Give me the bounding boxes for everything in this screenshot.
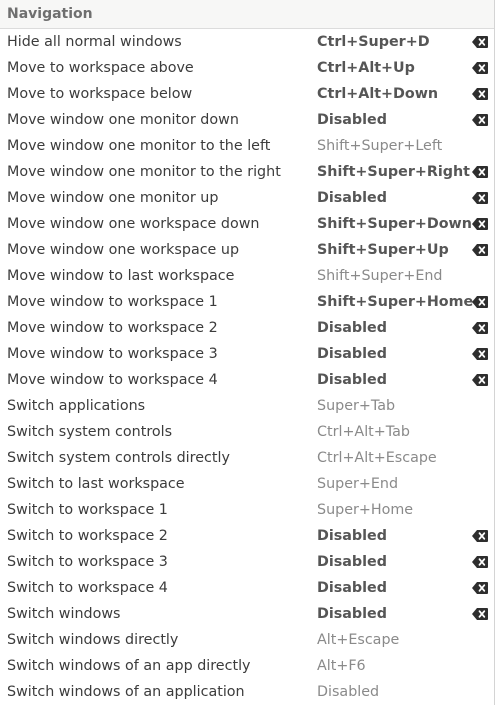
shortcut-row[interactable]: Move window to workspace 1 Shift+Super+Ho… [0, 289, 494, 315]
reset-shortcut-icon[interactable] [472, 530, 488, 542]
shortcut-row[interactable]: Move window one monitor down Disabled [0, 107, 494, 133]
shortcut-row[interactable]: Move window to last workspace Shift+Super… [0, 263, 494, 289]
reset-shortcut-icon[interactable] [472, 348, 488, 360]
shortcut-action-label: Move to workspace above [7, 60, 194, 76]
shortcut-action-label: Hide all normal windows [7, 34, 182, 50]
shortcut-row[interactable]: Move window to workspace 4 Disabled [0, 367, 494, 393]
shortcut-accelerator[interactable]: Alt+Escape [317, 632, 399, 648]
shortcut-accelerator[interactable]: Super+Home [317, 502, 413, 518]
reset-shortcut-icon[interactable] [472, 192, 488, 204]
shortcut-action-label: Switch windows [7, 606, 121, 622]
shortcut-action-label: Move window to workspace 3 [7, 346, 218, 362]
reset-shortcut-icon[interactable] [472, 62, 488, 74]
shortcut-action-label: Switch windows of an app directly [7, 658, 251, 674]
shortcut-accelerator[interactable]: Disabled [317, 190, 387, 206]
shortcut-action-label: Switch applications [7, 398, 146, 414]
shortcut-accelerator[interactable]: Ctrl+Alt+Down [317, 86, 438, 102]
shortcut-action-label: Move window to workspace 2 [7, 320, 218, 336]
shortcut-row[interactable]: Move to workspace above Ctrl+Alt+Up [0, 55, 494, 81]
shortcut-accelerator[interactable]: Super+End [317, 476, 398, 492]
shortcut-row[interactable]: Hide all normal windows Ctrl+Super+D [0, 29, 494, 55]
shortcut-row[interactable]: Switch windows Disabled [0, 601, 494, 627]
shortcut-action-label: Move to workspace below [7, 86, 193, 102]
shortcut-action-label: Switch to workspace 1 [7, 502, 168, 518]
reset-shortcut-icon[interactable] [472, 582, 488, 594]
shortcut-accelerator[interactable]: Super+Tab [317, 398, 395, 414]
shortcut-accelerator[interactable]: Disabled [317, 320, 387, 336]
shortcut-action-label: Move window one workspace up [7, 242, 240, 258]
shortcut-action-label: Move window one monitor up [7, 190, 219, 206]
keyboard-shortcuts-panel: Navigation Hide all normal windows Ctrl+S… [0, 0, 495, 705]
shortcut-row[interactable]: Switch to last workspace Super+End [0, 471, 494, 497]
shortcut-accelerator[interactable]: Shift+Super+Home [317, 294, 473, 310]
shortcut-action-label: Move window to workspace 1 [7, 294, 218, 310]
shortcut-action-label: Switch to workspace 2 [7, 528, 168, 544]
shortcut-accelerator[interactable]: Shift+Super+Down [317, 216, 472, 232]
shortcut-row[interactable]: Move window one monitor to the left Shift… [0, 133, 494, 159]
shortcut-accelerator[interactable]: Disabled [317, 580, 387, 596]
shortcut-row[interactable]: Move window one workspace down Shift+Supe… [0, 211, 494, 237]
shortcut-row[interactable]: Switch windows of an app directly Alt+F6 [0, 653, 494, 679]
shortcut-action-label: Switch windows directly [7, 632, 179, 648]
section-header-navigation: Navigation [0, 0, 494, 29]
shortcut-row[interactable]: Move to workspace below Ctrl+Alt+Down [0, 81, 494, 107]
shortcut-action-label: Move window to workspace 4 [7, 372, 218, 388]
reset-shortcut-icon[interactable] [472, 114, 488, 126]
shortcut-accelerator[interactable]: Disabled [317, 554, 387, 570]
shortcut-accelerator[interactable]: Disabled [317, 606, 387, 622]
section-title: Navigation [7, 6, 93, 22]
shortcut-action-label: Switch to workspace 4 [7, 580, 168, 596]
shortcut-accelerator[interactable]: Alt+F6 [317, 658, 366, 674]
shortcut-row[interactable]: Switch windows of an application Disabled [0, 679, 494, 705]
shortcut-accelerator[interactable]: Disabled [317, 528, 387, 544]
shortcut-row[interactable]: Switch system controls directly Ctrl+Alt+… [0, 445, 494, 471]
shortcut-row[interactable]: Switch to workspace 3 Disabled [0, 549, 494, 575]
reset-shortcut-icon[interactable] [472, 88, 488, 100]
reset-shortcut-icon[interactable] [472, 296, 488, 308]
shortcut-action-label: Move window one monitor down [7, 112, 239, 128]
shortcut-accelerator[interactable]: Ctrl+Alt+Up [317, 60, 415, 76]
shortcut-row[interactable]: Switch to workspace 4 Disabled [0, 575, 494, 601]
shortcut-action-label: Move window to last workspace [7, 268, 235, 284]
shortcut-accelerator[interactable]: Ctrl+Alt+Escape [317, 450, 437, 466]
shortcut-action-label: Move window one monitor to the right [7, 164, 281, 180]
shortcut-accelerator[interactable]: Shift+Super+Left [317, 138, 442, 154]
shortcut-action-label: Move window one workspace down [7, 216, 260, 232]
reset-shortcut-icon[interactable] [472, 36, 488, 48]
shortcut-row[interactable]: Move window one monitor up Disabled [0, 185, 494, 211]
shortcut-action-label: Switch system controls [7, 424, 173, 440]
shortcut-action-label: Switch to workspace 3 [7, 554, 168, 570]
reset-shortcut-icon[interactable] [472, 244, 488, 256]
shortcut-list: Hide all normal windows Ctrl+Super+D Move … [0, 29, 494, 705]
shortcut-accelerator[interactable]: Disabled [317, 112, 387, 128]
reset-shortcut-icon[interactable] [472, 218, 488, 230]
reset-shortcut-icon[interactable] [472, 322, 488, 334]
shortcut-accelerator[interactable]: Shift+Super+Right [317, 164, 470, 180]
shortcut-accelerator[interactable]: Ctrl+Alt+Tab [317, 424, 410, 440]
reset-shortcut-icon[interactable] [472, 608, 488, 620]
shortcut-action-label: Switch windows of an application [7, 684, 245, 700]
shortcut-accelerator[interactable]: Shift+Super+Up [317, 242, 449, 258]
shortcut-row[interactable]: Move window to workspace 3 Disabled [0, 341, 494, 367]
shortcut-row[interactable]: Switch system controls Ctrl+Alt+Tab [0, 419, 494, 445]
shortcut-row[interactable]: Move window one monitor to the right Shif… [0, 159, 494, 185]
shortcut-row[interactable]: Move window to workspace 2 Disabled [0, 315, 494, 341]
shortcut-row[interactable]: Switch to workspace 2 Disabled [0, 523, 494, 549]
shortcut-accelerator[interactable]: Disabled [317, 684, 379, 700]
shortcut-row[interactable]: Move window one workspace up Shift+Super+… [0, 237, 494, 263]
shortcut-accelerator[interactable]: Ctrl+Super+D [317, 34, 430, 50]
shortcut-accelerator[interactable]: Disabled [317, 372, 387, 388]
reset-shortcut-icon[interactable] [472, 556, 488, 568]
shortcut-row[interactable]: Switch applications Super+Tab [0, 393, 494, 419]
shortcut-action-label: Switch to last workspace [7, 476, 185, 492]
shortcut-row[interactable]: Switch windows directly Alt+Escape [0, 627, 494, 653]
shortcut-action-label: Move window one monitor to the left [7, 138, 271, 154]
shortcut-accelerator[interactable]: Disabled [317, 346, 387, 362]
reset-shortcut-icon[interactable] [472, 374, 488, 386]
shortcut-accelerator[interactable]: Shift+Super+End [317, 268, 443, 284]
reset-shortcut-icon[interactable] [472, 166, 488, 178]
shortcut-row[interactable]: Switch to workspace 1 Super+Home [0, 497, 494, 523]
shortcut-action-label: Switch system controls directly [7, 450, 230, 466]
